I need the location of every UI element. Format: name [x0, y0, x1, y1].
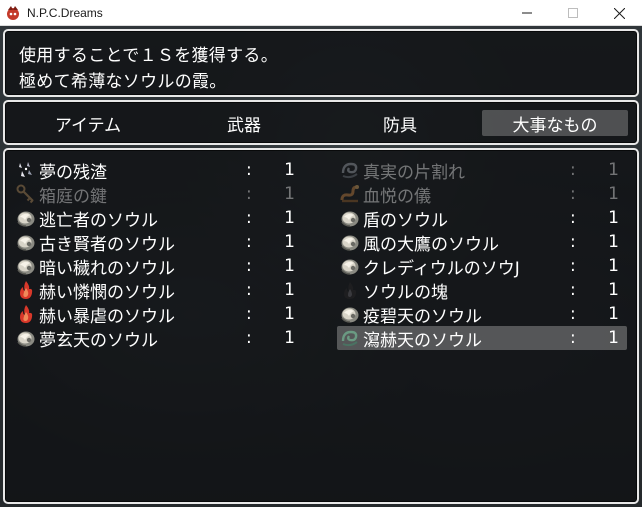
item-name: 古き賢者のソウル	[39, 234, 175, 255]
green-swirl-icon	[339, 327, 361, 349]
item-separator: :	[570, 208, 576, 228]
item-separator: :	[570, 256, 576, 276]
item-quantity: 1	[284, 256, 295, 276]
item-row[interactable]: 風の大鷹のソウル: 1	[337, 230, 627, 255]
item-row[interactable]: 真実の片割れ: 1	[337, 158, 627, 183]
serpent-icon	[339, 183, 361, 205]
item-quantity: 1	[608, 184, 619, 204]
help-text-line-2: 極めて希薄なソウルの霞。	[19, 72, 227, 92]
window-title: N.P.C.Dreams	[27, 5, 103, 20]
soul-icon	[15, 327, 37, 349]
soul-icon	[339, 303, 361, 325]
item-row[interactable]: 疫碧天のソウル: 1	[337, 302, 627, 327]
item-name: 血悦の儀	[363, 186, 431, 207]
item-name: ソウルの塊	[363, 282, 448, 303]
item-name: 箱庭の鍵	[39, 186, 107, 207]
item-quantity: 1	[608, 304, 619, 324]
item-name: 赫い憐憫のソウル	[39, 282, 175, 303]
item-quantity: 1	[284, 280, 295, 300]
item-row[interactable]: 古き賢者のソウル: 1	[13, 230, 303, 255]
item-name: 疫碧天のソウル	[363, 306, 482, 327]
item-row[interactable]: 暗い穢れのソウル: 1	[13, 254, 303, 279]
minimize-icon	[522, 12, 532, 14]
item-separator: :	[570, 304, 576, 324]
item-separator: :	[246, 256, 252, 276]
item-row[interactable]: 赫い暴虐のソウル: 1	[13, 302, 303, 327]
item-quantity: 1	[284, 304, 295, 324]
help-window: 使用することで１Ｓを獲得する。 極めて希薄なソウルの霞。	[3, 29, 639, 97]
app-icon	[7, 5, 19, 20]
category-window: アイテム 武器 防具 大事なもの	[3, 100, 639, 145]
category-tab-armor[interactable]: 防具	[327, 110, 473, 136]
item-row[interactable]: 赫い憐憫のソウル: 1	[13, 278, 303, 303]
item-row[interactable]: 瀉赫天のソウル: 1	[337, 326, 627, 351]
maximize-button[interactable]	[550, 0, 596, 26]
item-separator: :	[246, 160, 252, 180]
soul-icon	[339, 231, 361, 253]
item-name: 暗い穢れのソウル	[39, 258, 175, 279]
item-row[interactable]: 夢玄天のソウル: 1	[13, 326, 303, 351]
item-quantity: 1	[608, 280, 619, 300]
item-quantity: 1	[284, 328, 295, 348]
item-row[interactable]: 逃亡者のソウル: 1	[13, 206, 303, 231]
close-icon	[613, 7, 625, 19]
soul-icon	[15, 207, 37, 229]
item-quantity: 1	[608, 208, 619, 228]
close-button[interactable]	[596, 0, 642, 26]
title-bar: N.P.C.Dreams	[0, 0, 642, 26]
item-row[interactable]: 血悦の儀: 1	[337, 182, 627, 207]
category-tab-key-items[interactable]: 大事なもの	[482, 110, 628, 136]
category-tab-items[interactable]: アイテム	[15, 110, 161, 136]
item-name: 夢玄天のソウル	[39, 330, 158, 351]
item-quantity: 1	[608, 328, 619, 348]
soul-icon	[15, 255, 37, 277]
item-quantity: 1	[284, 232, 295, 252]
item-quantity: 1	[284, 208, 295, 228]
item-row[interactable]: 箱庭の鍵: 1	[13, 182, 303, 207]
item-separator: :	[246, 304, 252, 324]
item-list-window: 夢の残渣:1 真実の片割れ:1 箱庭の鍵:1 血悦の儀:1 逃亡者のソウル:1 盾のソウル…	[3, 148, 639, 504]
category-tab-weapons[interactable]: 武器	[171, 110, 317, 136]
item-row[interactable]: クレディウルのソウJ: 1	[337, 254, 627, 279]
item-separator: :	[246, 184, 252, 204]
item-separator: :	[570, 328, 576, 348]
item-quantity: 1	[284, 160, 295, 180]
item-name: 赫い暴虐のソウル	[39, 306, 175, 327]
help-text-line-1: 使用することで１Ｓを獲得する。	[19, 46, 278, 66]
item-quantity: 1	[608, 232, 619, 252]
item-separator: :	[570, 184, 576, 204]
item-separator: :	[570, 160, 576, 180]
red-flame-icon	[15, 303, 37, 325]
item-row[interactable]: 盾のソウル: 1	[337, 206, 627, 231]
item-quantity: 1	[608, 160, 619, 180]
key-icon	[15, 183, 37, 205]
item-name: クレディウルのソウJ	[363, 258, 520, 279]
item-row[interactable]: ソウルの塊: 1	[337, 278, 627, 303]
dark-flame-icon	[339, 279, 361, 301]
minimize-button[interactable]	[504, 0, 550, 26]
game-screen: 使用することで１Ｓを獲得する。 極めて希薄なソウルの霞。 アイテム 武器 防具 …	[0, 26, 642, 507]
item-separator: :	[246, 208, 252, 228]
item-name: 風の大鷹のソウル	[363, 234, 499, 255]
swirl-icon	[339, 159, 361, 181]
soul-icon	[15, 231, 37, 253]
soul-icon	[339, 255, 361, 277]
item-name: 瀉赫天のソウル	[363, 330, 482, 351]
sparkle-shards-icon	[15, 159, 37, 181]
item-name: 夢の残渣	[39, 162, 107, 183]
soul-icon	[339, 207, 361, 229]
item-name: 真実の片割れ	[363, 162, 465, 183]
item-quantity: 1	[608, 256, 619, 276]
item-separator: :	[570, 232, 576, 252]
item-name: 逃亡者のソウル	[39, 210, 158, 231]
item-separator: :	[246, 280, 252, 300]
item-separator: :	[246, 328, 252, 348]
item-separator: :	[246, 232, 252, 252]
item-quantity: 1	[284, 184, 295, 204]
item-row[interactable]: 夢の残渣: 1	[13, 158, 303, 183]
maximize-icon	[568, 8, 578, 18]
red-flame-icon	[15, 279, 37, 301]
item-separator: :	[570, 280, 576, 300]
item-name: 盾のソウル	[363, 210, 448, 231]
